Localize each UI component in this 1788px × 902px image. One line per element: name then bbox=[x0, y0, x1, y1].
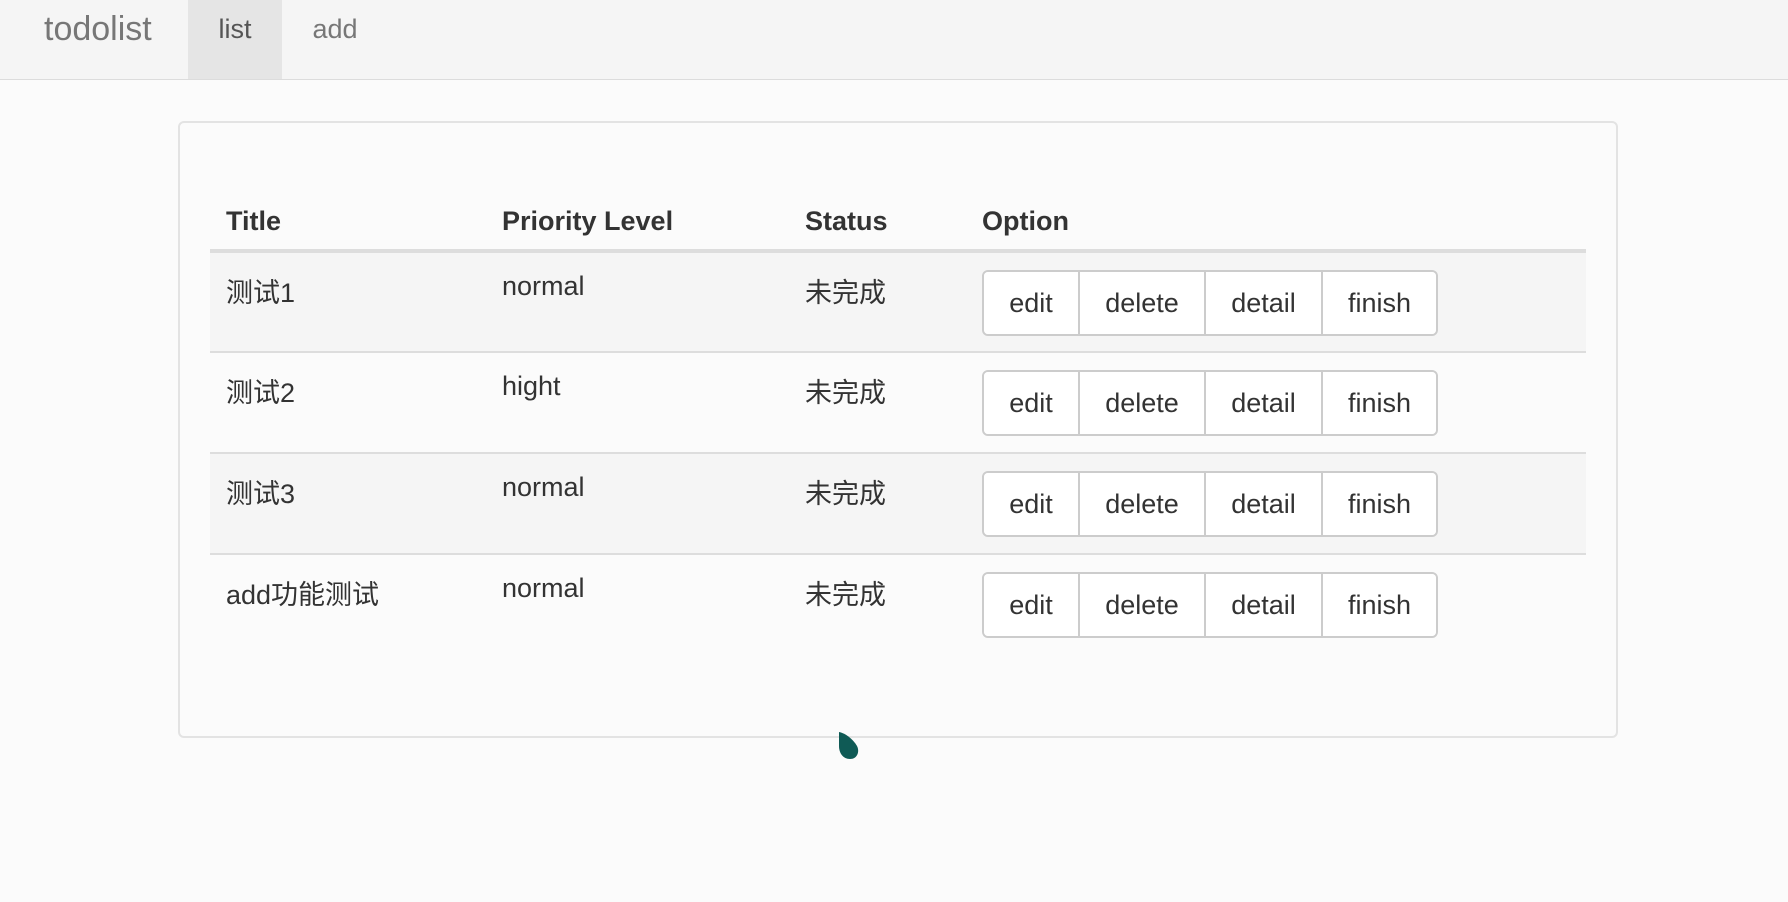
row-options: edit delete detail finish bbox=[966, 553, 1586, 655]
row-title: 测试1 bbox=[210, 251, 486, 352]
finish-button[interactable]: finish bbox=[1321, 272, 1436, 334]
detail-button[interactable]: detail bbox=[1204, 272, 1321, 334]
table-row: 测试3 normal 未完成 edit delete detail finish bbox=[210, 452, 1586, 554]
row-status: 未完成 bbox=[789, 251, 966, 352]
row-priority: hight bbox=[486, 351, 789, 453]
edit-button[interactable]: edit bbox=[984, 473, 1078, 535]
finish-button[interactable]: finish bbox=[1321, 372, 1436, 434]
table-row: add功能测试 normal 未完成 edit delete detail fi… bbox=[210, 553, 1586, 655]
delete-button[interactable]: delete bbox=[1078, 574, 1204, 636]
navbar: todolist list add bbox=[0, 0, 1788, 80]
edit-button[interactable]: edit bbox=[984, 372, 1078, 434]
tab-list[interactable]: list bbox=[188, 0, 282, 79]
detail-button[interactable]: detail bbox=[1204, 473, 1321, 535]
row-status: 未完成 bbox=[789, 553, 966, 655]
table-row: 测试2 hight 未完成 edit delete detail finish bbox=[210, 351, 1586, 453]
detail-button[interactable]: detail bbox=[1204, 574, 1321, 636]
row-priority: normal bbox=[486, 251, 789, 352]
row-options: edit delete detail finish bbox=[966, 351, 1586, 453]
brand-logo[interactable]: todolist bbox=[44, 9, 152, 49]
row-priority: normal bbox=[486, 452, 789, 554]
todo-panel: Title Priority Level Status Option 测试1 n… bbox=[178, 121, 1618, 738]
row-title: add功能测试 bbox=[210, 553, 486, 655]
header-option: Option bbox=[966, 193, 1586, 253]
row-options: edit delete detail finish bbox=[966, 251, 1586, 352]
action-button-group: edit delete detail finish bbox=[982, 370, 1438, 436]
edit-button[interactable]: edit bbox=[984, 272, 1078, 334]
action-button-group: edit delete detail finish bbox=[982, 572, 1438, 638]
row-title: 测试2 bbox=[210, 351, 486, 453]
table-header-row: Title Priority Level Status Option bbox=[210, 193, 1586, 253]
row-status: 未完成 bbox=[789, 452, 966, 554]
todo-table: Title Priority Level Status Option 测试1 n… bbox=[210, 193, 1586, 655]
mouse-cursor-icon bbox=[839, 732, 859, 759]
finish-button[interactable]: finish bbox=[1321, 473, 1436, 535]
cursor-shape bbox=[839, 732, 859, 759]
row-status: 未完成 bbox=[789, 351, 966, 453]
tab-add[interactable]: add bbox=[294, 0, 376, 79]
action-button-group: edit delete detail finish bbox=[982, 471, 1438, 537]
row-title: 测试3 bbox=[210, 452, 486, 554]
finish-button[interactable]: finish bbox=[1321, 574, 1436, 636]
edit-button[interactable]: edit bbox=[984, 574, 1078, 636]
delete-button[interactable]: delete bbox=[1078, 372, 1204, 434]
row-priority: normal bbox=[486, 553, 789, 655]
detail-button[interactable]: detail bbox=[1204, 372, 1321, 434]
delete-button[interactable]: delete bbox=[1078, 272, 1204, 334]
action-button-group: edit delete detail finish bbox=[982, 270, 1438, 336]
header-title: Title bbox=[210, 193, 486, 253]
delete-button[interactable]: delete bbox=[1078, 473, 1204, 535]
header-status: Status bbox=[789, 193, 966, 253]
header-priority: Priority Level bbox=[486, 193, 789, 253]
table-row: 测试1 normal 未完成 edit delete detail finish bbox=[210, 251, 1586, 352]
row-options: edit delete detail finish bbox=[966, 452, 1586, 554]
